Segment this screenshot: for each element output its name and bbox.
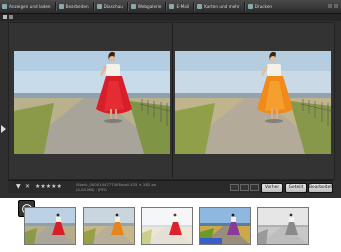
menu-separator — [92, 2, 94, 11]
menu-label: Anzeigen und laden — [9, 4, 51, 9]
edited-button[interactable]: Bearbeitet — [308, 183, 333, 193]
menu-label: Karten und mehr — [204, 4, 240, 9]
file-info: iStock_000014477740Small 425 × 282 px (0… — [76, 182, 156, 192]
menu-separator — [193, 2, 195, 11]
reject-icon[interactable]: ✕ — [25, 184, 30, 190]
photo-after — [175, 51, 331, 154]
view-mode-buttons — [230, 184, 259, 191]
email-icon — [169, 4, 175, 9]
split-divider[interactable] — [172, 22, 173, 178]
menu-print[interactable]: Drucken — [246, 0, 275, 13]
thumbnail-high-key[interactable] — [141, 207, 193, 245]
compare-view-icon[interactable] — [9, 15, 13, 19]
minimize-icon[interactable] — [328, 4, 332, 8]
thumbnail-vivid[interactable] — [199, 207, 251, 245]
thumbnail-warm[interactable] — [83, 207, 135, 245]
menu-label: E-Mail — [176, 4, 190, 9]
maximize-icon[interactable] — [334, 4, 338, 8]
menu-label: Diaschau — [103, 4, 123, 9]
single-view-icon[interactable] — [3, 15, 7, 19]
menu-label: Bearbeiten — [65, 4, 89, 9]
split-button[interactable]: Geteilt — [285, 183, 307, 193]
cards-icon — [197, 4, 203, 9]
folder-icon — [2, 4, 7, 9]
menu-separator — [243, 2, 245, 11]
menu-separator — [54, 2, 56, 11]
rating-stars[interactable]: ★★★★★ — [35, 183, 62, 191]
menu-view-load[interactable]: Anzeigen und laden — [0, 0, 54, 13]
menu-separator — [126, 2, 128, 11]
web-gallery-icon — [130, 4, 136, 9]
menu-email[interactable]: E-Mail — [167, 0, 192, 13]
thumbnail-black-and-white[interactable] — [257, 207, 309, 245]
print-icon — [247, 4, 253, 9]
before-button[interactable]: Vorher — [261, 183, 283, 193]
menu-web-gallery[interactable]: Webgalerie — [129, 0, 165, 13]
view-single-icon[interactable] — [230, 184, 239, 191]
menu-separator — [165, 2, 167, 11]
thumbnail-natural[interactable] — [24, 207, 76, 245]
viewer-status-bar: ▼ ✕ ★★★★★ iStock_000014477740Small 425 ×… — [8, 180, 333, 193]
edit-icon — [58, 4, 64, 9]
menu-bar: Anzeigen und laden Bearbeiten Diaschau W… — [0, 0, 341, 14]
file-details: (0,04 MB) · JPEG — [76, 187, 107, 192]
expand-panel-arrow-icon[interactable] — [1, 125, 6, 133]
filter-icon[interactable]: ▼ — [16, 184, 21, 190]
file-dimensions: 425 × 282 px — [130, 182, 157, 187]
view-split-icon[interactable] — [240, 184, 249, 191]
sub-toolbar — [0, 14, 341, 21]
menu-edit[interactable]: Bearbeiten — [57, 0, 92, 13]
view-grid-icon[interactable] — [250, 184, 259, 191]
slideshow-icon — [96, 4, 102, 9]
photo-before — [14, 51, 170, 154]
menu-cards[interactable]: Karten und mehr — [195, 0, 243, 13]
menu-slideshow[interactable]: Diaschau — [95, 0, 126, 13]
menu-label: Webgalerie — [137, 4, 162, 9]
window-controls — [328, 4, 338, 8]
menu-label: Drucken — [254, 4, 273, 9]
